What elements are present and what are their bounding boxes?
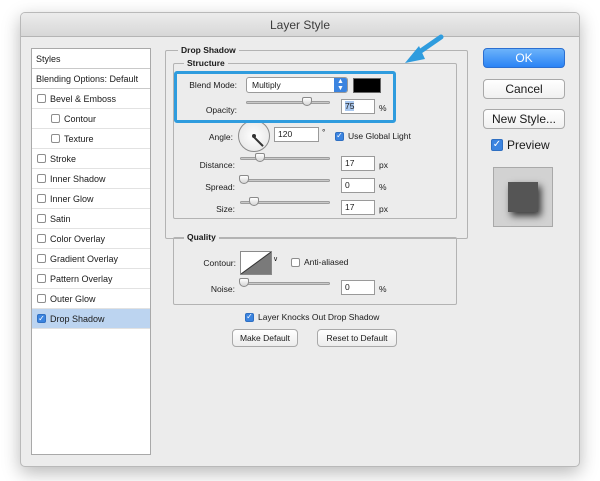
blending-options-item[interactable]: Blending Options: Default [32, 69, 150, 89]
checkmark-icon: ✓ [335, 131, 344, 141]
style-item[interactable]: Stroke [32, 149, 150, 169]
checkbox-icon[interactable] [37, 294, 46, 303]
style-item-label: Color Overlay [50, 233, 106, 244]
styles-list: Styles Blending Options: Default Bevel &… [31, 48, 151, 455]
distance-unit: px [379, 160, 388, 170]
drop-shadow-title: Drop Shadow [178, 44, 239, 56]
checkbox-icon [291, 257, 300, 267]
structure-title: Structure [184, 57, 228, 69]
contour-preview[interactable] [240, 251, 272, 275]
distance-label: Distance: [199, 160, 235, 170]
preview-checkbox[interactable]: ✓ Preview [491, 138, 550, 152]
checkbox-icon[interactable] [37, 174, 46, 183]
angle-label: Angle: [208, 132, 233, 142]
layer-knocks-out-label: Layer Knocks Out Drop Shadow [258, 312, 380, 322]
checkmark-icon: ✓ [491, 139, 503, 151]
checkmark-icon[interactable]: ✓ [37, 314, 46, 323]
style-item[interactable]: Pattern Overlay [32, 269, 150, 289]
spread-unit: % [379, 182, 387, 192]
size-input[interactable]: 17 [341, 200, 375, 215]
chevron-down-icon[interactable]: ∨ [273, 255, 278, 263]
style-item[interactable]: Inner Glow [32, 189, 150, 209]
noise-slider[interactable] [239, 278, 330, 287]
style-item[interactable]: Color Overlay [32, 229, 150, 249]
checkbox-icon[interactable] [37, 154, 46, 163]
style-item-label: Satin [50, 213, 71, 224]
anti-aliased-label: Anti-aliased [304, 257, 349, 267]
checkbox-icon[interactable] [37, 214, 46, 223]
style-item-label: Pattern Overlay [50, 273, 113, 284]
style-item[interactable]: Texture [32, 129, 150, 149]
anti-aliased-checkbox[interactable]: Anti-aliased [291, 257, 348, 267]
style-item-label: Gradient Overlay [50, 253, 119, 264]
spread-slider[interactable] [239, 175, 330, 184]
style-preview [493, 167, 553, 227]
noise-input[interactable]: 0 [341, 280, 375, 295]
window-title: Layer Style [21, 13, 579, 37]
style-item-label: Stroke [50, 153, 77, 164]
checkbox-icon[interactable] [51, 134, 60, 143]
checkbox-icon[interactable] [37, 274, 46, 283]
checkbox-icon[interactable] [37, 194, 46, 203]
angle-dial[interactable] [238, 120, 270, 152]
style-item[interactable]: ✓ Drop Shadow [32, 309, 150, 329]
style-item-label: Inner Glow [50, 193, 94, 204]
opacity-highlight-frame [174, 71, 396, 123]
style-item[interactable]: Bevel & Emboss [32, 89, 150, 109]
pointer-arrow-icon [405, 34, 444, 63]
style-item-label: Outer Glow [50, 293, 96, 304]
style-item[interactable]: Gradient Overlay [32, 249, 150, 269]
style-item-label: Contour [64, 113, 97, 124]
use-global-light-checkbox[interactable]: ✓ Use Global Light [335, 131, 411, 141]
reset-to-default-button[interactable]: Reset to Default [317, 329, 397, 347]
style-item[interactable]: Inner Shadow [32, 169, 150, 189]
use-global-light-label: Use Global Light [348, 131, 411, 141]
spread-input[interactable]: 0 [341, 178, 375, 193]
new-style-button[interactable]: New Style... [483, 109, 565, 129]
style-item-label: Drop Shadow [50, 313, 105, 324]
style-item[interactable]: Outer Glow [32, 289, 150, 309]
preview-label: Preview [507, 138, 550, 152]
style-item-label: Bevel & Emboss [50, 93, 117, 104]
spread-label: Spread: [205, 182, 235, 192]
checkbox-icon[interactable] [37, 234, 46, 243]
angle-unit: ° [322, 127, 326, 137]
make-default-button[interactable]: Make Default [232, 329, 298, 347]
layer-style-window: Layer Style Styles Blending Options: Def… [20, 12, 580, 467]
checkbox-icon[interactable] [37, 94, 46, 103]
distance-input[interactable]: 17 [341, 156, 375, 171]
contour-curve-icon [240, 251, 272, 275]
angle-needle [253, 136, 264, 147]
styles-header[interactable]: Styles [32, 49, 150, 69]
angle-input[interactable]: 120 [274, 127, 319, 142]
style-item-label: Texture [64, 133, 94, 144]
contour-label: Contour: [203, 258, 236, 268]
checkmark-icon: ✓ [245, 312, 254, 322]
size-slider[interactable] [240, 197, 330, 206]
size-label: Size: [216, 204, 235, 214]
quality-title: Quality [184, 231, 219, 243]
quality-group: Quality [173, 231, 457, 305]
layer-knocks-out-checkbox[interactable]: ✓ Layer Knocks Out Drop Shadow [245, 312, 379, 322]
checkbox-icon[interactable] [37, 254, 46, 263]
style-item[interactable]: Contour [32, 109, 150, 129]
noise-label: Noise: [210, 284, 235, 294]
style-item-label: Inner Shadow [50, 173, 106, 184]
checkbox-icon[interactable] [51, 114, 60, 123]
style-item[interactable]: Satin [32, 209, 150, 229]
preview-swatch [508, 182, 538, 212]
cancel-button[interactable]: Cancel [483, 79, 565, 99]
ok-button[interactable]: OK [483, 48, 565, 68]
size-unit: px [379, 204, 388, 214]
noise-unit: % [379, 284, 387, 294]
distance-slider[interactable] [240, 153, 330, 162]
